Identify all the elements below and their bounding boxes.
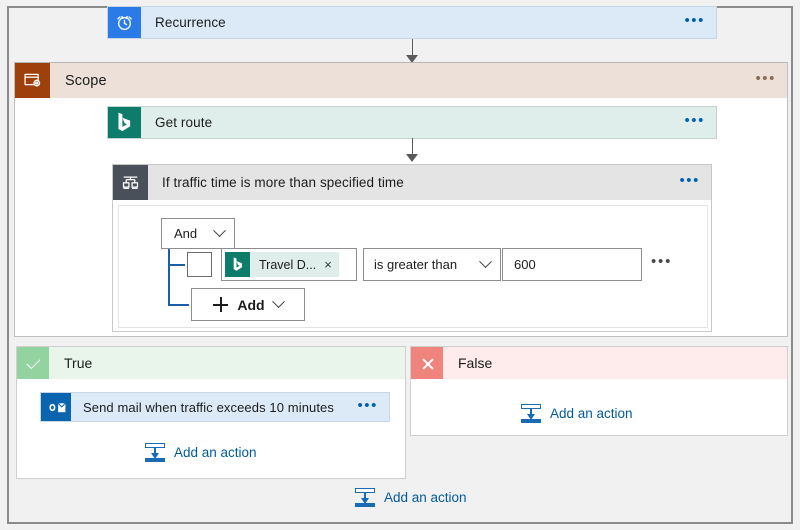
connector-arrow-action-to-condition (404, 138, 420, 162)
condition-operator-dropdown[interactable]: is greater than (363, 248, 501, 281)
connector-shaft (412, 39, 413, 56)
connector-arrow-trigger-to-scope (404, 39, 420, 63)
chevron-down-icon (213, 224, 226, 237)
dynamic-content-token[interactable]: Travel D... × (225, 252, 339, 277)
add-action-label: Add an action (550, 406, 633, 421)
branch-true: True Send mail when traffic exceeds 10 m… (16, 346, 406, 479)
condition-tree-line-vertical (168, 249, 170, 305)
operator-value: is greater than (374, 257, 457, 272)
alarm-clock-icon (108, 7, 141, 38)
add-action-button-scope[interactable]: Add an action (355, 488, 467, 507)
scope-overflow-menu[interactable]: ••• (747, 63, 787, 98)
branch-true-header: True (17, 347, 405, 379)
condition-tree-line-add (168, 304, 189, 306)
checkmark-icon (17, 347, 49, 379)
logic-app-designer-canvas: Recurrence ••• Scope ••• (0, 0, 800, 530)
action-overflow-menu[interactable]: ••• (349, 393, 389, 421)
trigger-card-recurrence[interactable]: Recurrence ••• (107, 6, 717, 39)
condition-tree-line-row (168, 264, 185, 266)
condition-overflow-menu[interactable]: ••• (671, 165, 711, 200)
connector-shaft (412, 138, 413, 155)
add-action-label: Add an action (174, 445, 257, 460)
condition-icon (113, 165, 148, 200)
condition-row-checkbox[interactable] (187, 252, 212, 277)
bing-maps-icon (108, 107, 141, 138)
condition-title: If traffic time is more than specified t… (148, 165, 671, 200)
scope-icon (15, 63, 50, 98)
close-icon[interactable]: × (322, 258, 339, 271)
condition-add-button[interactable]: Add (191, 288, 305, 321)
logic-operator-value: And (174, 226, 197, 241)
condition-value-input[interactable]: 600 (502, 248, 642, 281)
add-button-label: Add (237, 297, 264, 313)
insert-action-icon (145, 443, 165, 462)
action-card-get-route[interactable]: Get route ••• (107, 106, 717, 139)
insert-action-icon (521, 404, 541, 423)
scope-header[interactable]: Scope ••• (15, 63, 787, 98)
branch-true-label: True (49, 347, 405, 379)
trigger-title: Recurrence (141, 7, 676, 38)
add-action-button-true-branch[interactable]: Add an action (145, 443, 257, 462)
add-action-label: Add an action (384, 490, 467, 505)
condition-row-overflow-menu[interactable]: ••• (651, 254, 672, 269)
condition-editor-body: And Travel D... × (118, 205, 708, 328)
condition-container: If traffic time is more than specified t… (112, 164, 712, 332)
branch-false-label: False (443, 347, 787, 379)
connector-arrowhead (406, 154, 418, 162)
scope-title: Scope (50, 63, 747, 98)
action-card-send-mail[interactable]: Send mail when traffic exceeds 10 minute… (40, 392, 390, 422)
trigger-overflow-menu[interactable]: ••• (676, 7, 716, 38)
action-overflow-menu[interactable]: ••• (676, 107, 716, 138)
branch-false: False Add an action (410, 346, 788, 436)
outlook-icon (41, 393, 71, 421)
token-label: Travel D... (250, 258, 322, 272)
condition-value: 600 (514, 257, 536, 272)
plus-icon (213, 297, 228, 312)
bing-maps-icon (225, 252, 250, 277)
chevron-down-icon (272, 295, 285, 308)
x-mark-icon (411, 347, 443, 379)
insert-action-icon (355, 488, 375, 507)
condition-header[interactable]: If traffic time is more than specified t… (113, 165, 711, 200)
condition-token-field[interactable]: Travel D... × (221, 248, 357, 281)
branch-false-header: False (411, 347, 787, 379)
chevron-down-icon (479, 255, 492, 268)
add-action-button-false-branch[interactable]: Add an action (521, 404, 633, 423)
action-title: Get route (141, 107, 676, 138)
action-title: Send mail when traffic exceeds 10 minute… (71, 393, 349, 421)
logic-operator-dropdown[interactable]: And (161, 218, 235, 249)
